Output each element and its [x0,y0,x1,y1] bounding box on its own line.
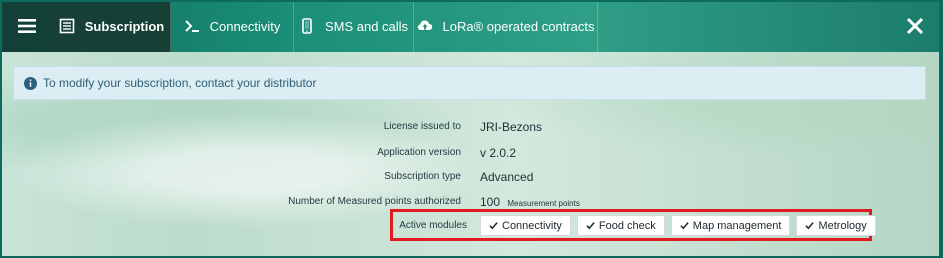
application-version-label: Application version [377,147,461,158]
cloud-upload-icon [417,20,432,30]
license-value: JRI-Bezons [480,120,543,134]
module-label: Food check [598,219,656,232]
tab-label: Connectivity [209,18,281,34]
tab-label: SMS and calls [324,18,409,34]
menu-button[interactable] [0,0,53,52]
module-label: Metrology [818,219,867,232]
tab-lora[interactable]: LoRa® operated contracts [414,0,598,52]
application-version-value: v 2.0.2 [480,146,517,160]
check-icon [586,222,595,230]
close-button[interactable] [887,0,943,52]
mobile-phone-icon [302,18,312,34]
check-icon [805,222,815,230]
module-metrology: Metrology [796,215,876,236]
module-food-check: Food check [576,215,665,236]
check-icon [489,222,498,230]
top-bar-spacer [598,0,887,52]
terminal-icon [184,20,199,32]
tab-label: LoRa® operated contracts [442,18,595,34]
application-version-row: Application version v 2.0.2 [0,143,943,163]
right-window-border [939,0,943,258]
info-banner-text: To modify your subscription, contact you… [43,76,317,90]
module-connectivity: Connectivity [480,215,571,236]
close-icon [906,17,924,35]
measured-points-unit: Measurement points [507,199,580,208]
module-label: Map management [692,219,782,232]
tab-sms-calls[interactable]: SMS and calls [294,0,414,52]
active-modules-list: Connectivity Food check Map management M… [480,215,876,236]
subscription-type-row: Subscription type Advanced [0,167,943,187]
top-navigation-bar: Subscription Connectivity SMS and calls … [0,0,943,52]
license-label: License issued to [383,121,461,132]
subscription-type-value: Advanced [480,170,534,184]
menu-icon [17,19,36,33]
tab-label: Subscription [84,18,165,34]
module-map-management: Map management [670,215,791,236]
license-row: License issued to JRI-Bezons [0,117,943,137]
active-modules-label: Active modules [399,219,467,231]
tab-subscription[interactable]: Subscription [53,0,171,52]
subscription-type-label: Subscription type [384,171,461,182]
tab-connectivity[interactable]: Connectivity [171,0,294,52]
active-modules-highlight: Active modules Connectivity Food check M… [390,209,876,241]
module-label: Connectivity [502,219,562,232]
info-icon [24,76,37,90]
list-icon [59,18,75,34]
subscription-info-banner: To modify your subscription, contact you… [13,66,926,100]
check-icon [680,222,689,230]
measured-points-count: 100 [480,195,501,209]
